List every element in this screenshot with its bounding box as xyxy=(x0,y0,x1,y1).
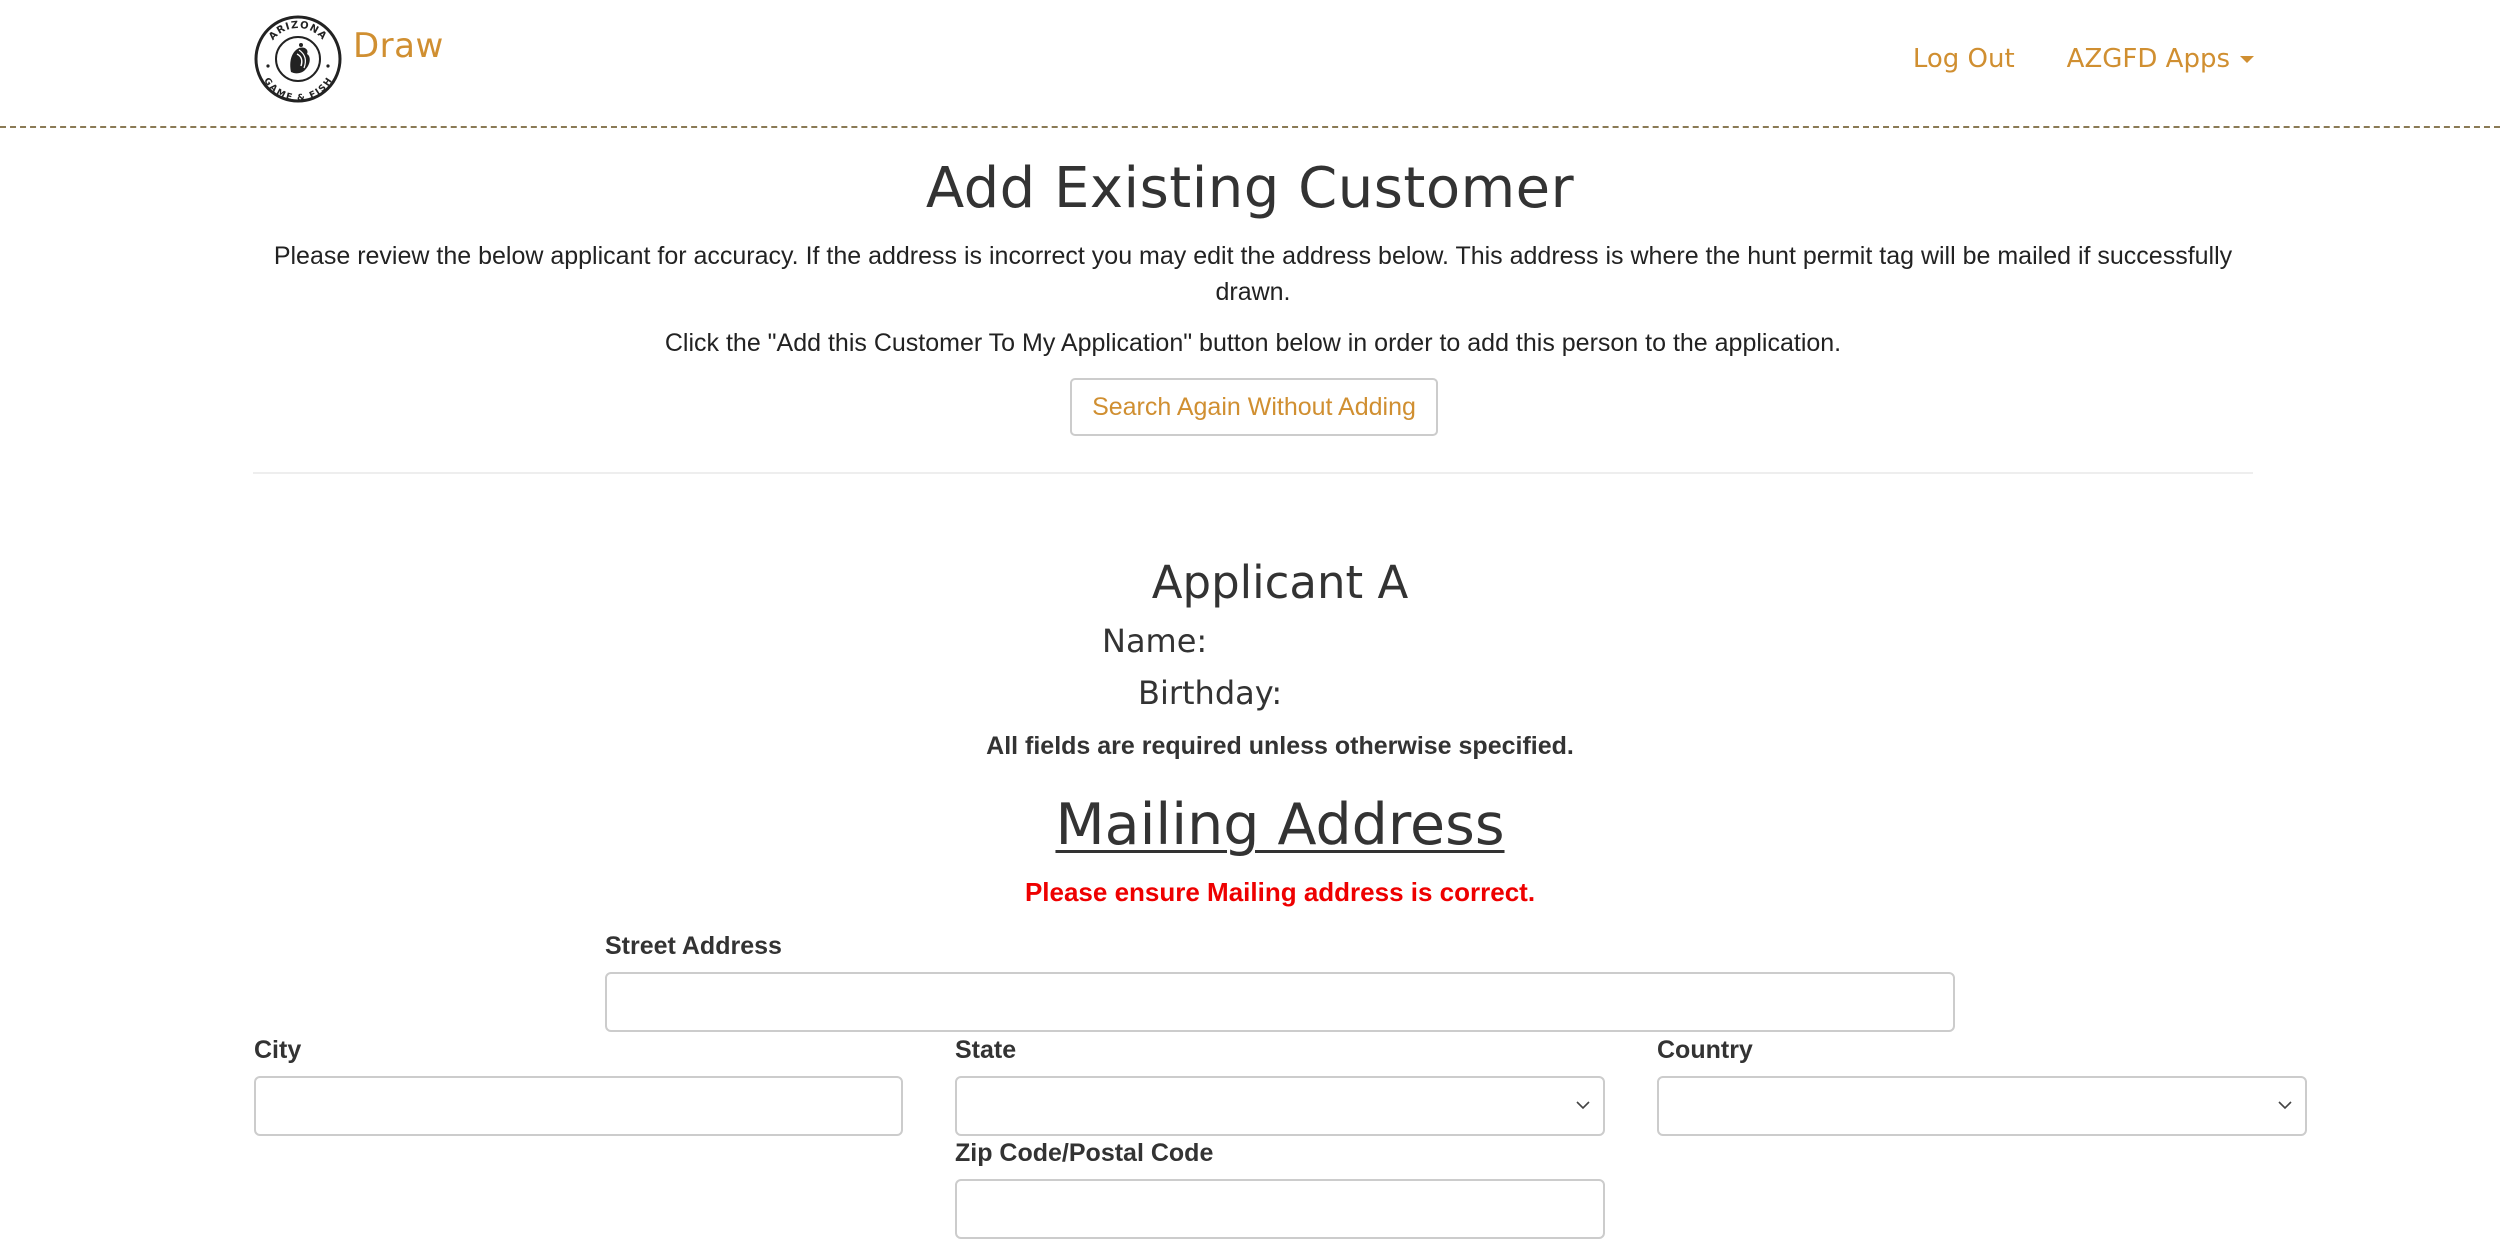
instruction-text: Click the "Add this Customer To My Appli… xyxy=(664,329,1842,357)
azgfd-apps-label: AZGFD Apps xyxy=(2066,44,2230,74)
chevron-down-icon xyxy=(2278,1101,2292,1110)
caret-down-icon xyxy=(2240,56,2254,63)
city-label: City xyxy=(254,1036,302,1064)
birthday-label: Birthday: xyxy=(1138,674,1283,712)
brand-name: Draw xyxy=(353,26,444,66)
name-label: Name: xyxy=(1102,622,1208,660)
section-divider xyxy=(253,472,2253,474)
zip-code-label: Zip Code/Postal Code xyxy=(955,1139,1214,1167)
intro-text: Please review the below applicant for ac… xyxy=(273,242,2233,306)
logout-link[interactable]: Log Out xyxy=(1913,44,2015,74)
page-title: Add Existing Customer xyxy=(925,156,1575,221)
mailing-address-heading: Mailing Address xyxy=(1055,792,1505,858)
country-label: Country xyxy=(1657,1036,1753,1064)
applicant-name: Name: xyxy=(1102,622,1207,660)
azgfd-apps-dropdown[interactable]: AZGFD Apps xyxy=(2067,44,2254,74)
chevron-down-icon xyxy=(1576,1101,1590,1110)
state-label: State xyxy=(955,1036,1017,1064)
azgfd-logo-icon: ARIZONA GAME & FISH xyxy=(254,15,342,104)
state-select[interactable] xyxy=(955,1076,1605,1136)
street-address-input[interactable] xyxy=(605,972,1955,1032)
applicant-birthday: Birthday: xyxy=(1138,674,1282,712)
mailing-address-warning: Please ensure Mailing address is correct… xyxy=(1024,877,1536,907)
zip-code-input[interactable] xyxy=(955,1179,1605,1239)
required-fields-note: All fields are required unless otherwise… xyxy=(986,732,1574,760)
top-navbar: ARIZONA GAME & FISH Draw Log Out AZGFD A… xyxy=(0,0,2500,128)
brand-link[interactable]: ARIZONA GAME & FISH Draw xyxy=(253,14,444,104)
city-input[interactable] xyxy=(254,1076,903,1136)
country-select[interactable] xyxy=(1657,1076,2307,1136)
applicant-title: Applicant A xyxy=(1151,556,1409,609)
nav-links: Log Out AZGFD Apps xyxy=(1913,44,2254,74)
search-again-button[interactable]: Search Again Without Adding xyxy=(1070,378,1438,436)
street-address-label: Street Address xyxy=(605,932,782,960)
